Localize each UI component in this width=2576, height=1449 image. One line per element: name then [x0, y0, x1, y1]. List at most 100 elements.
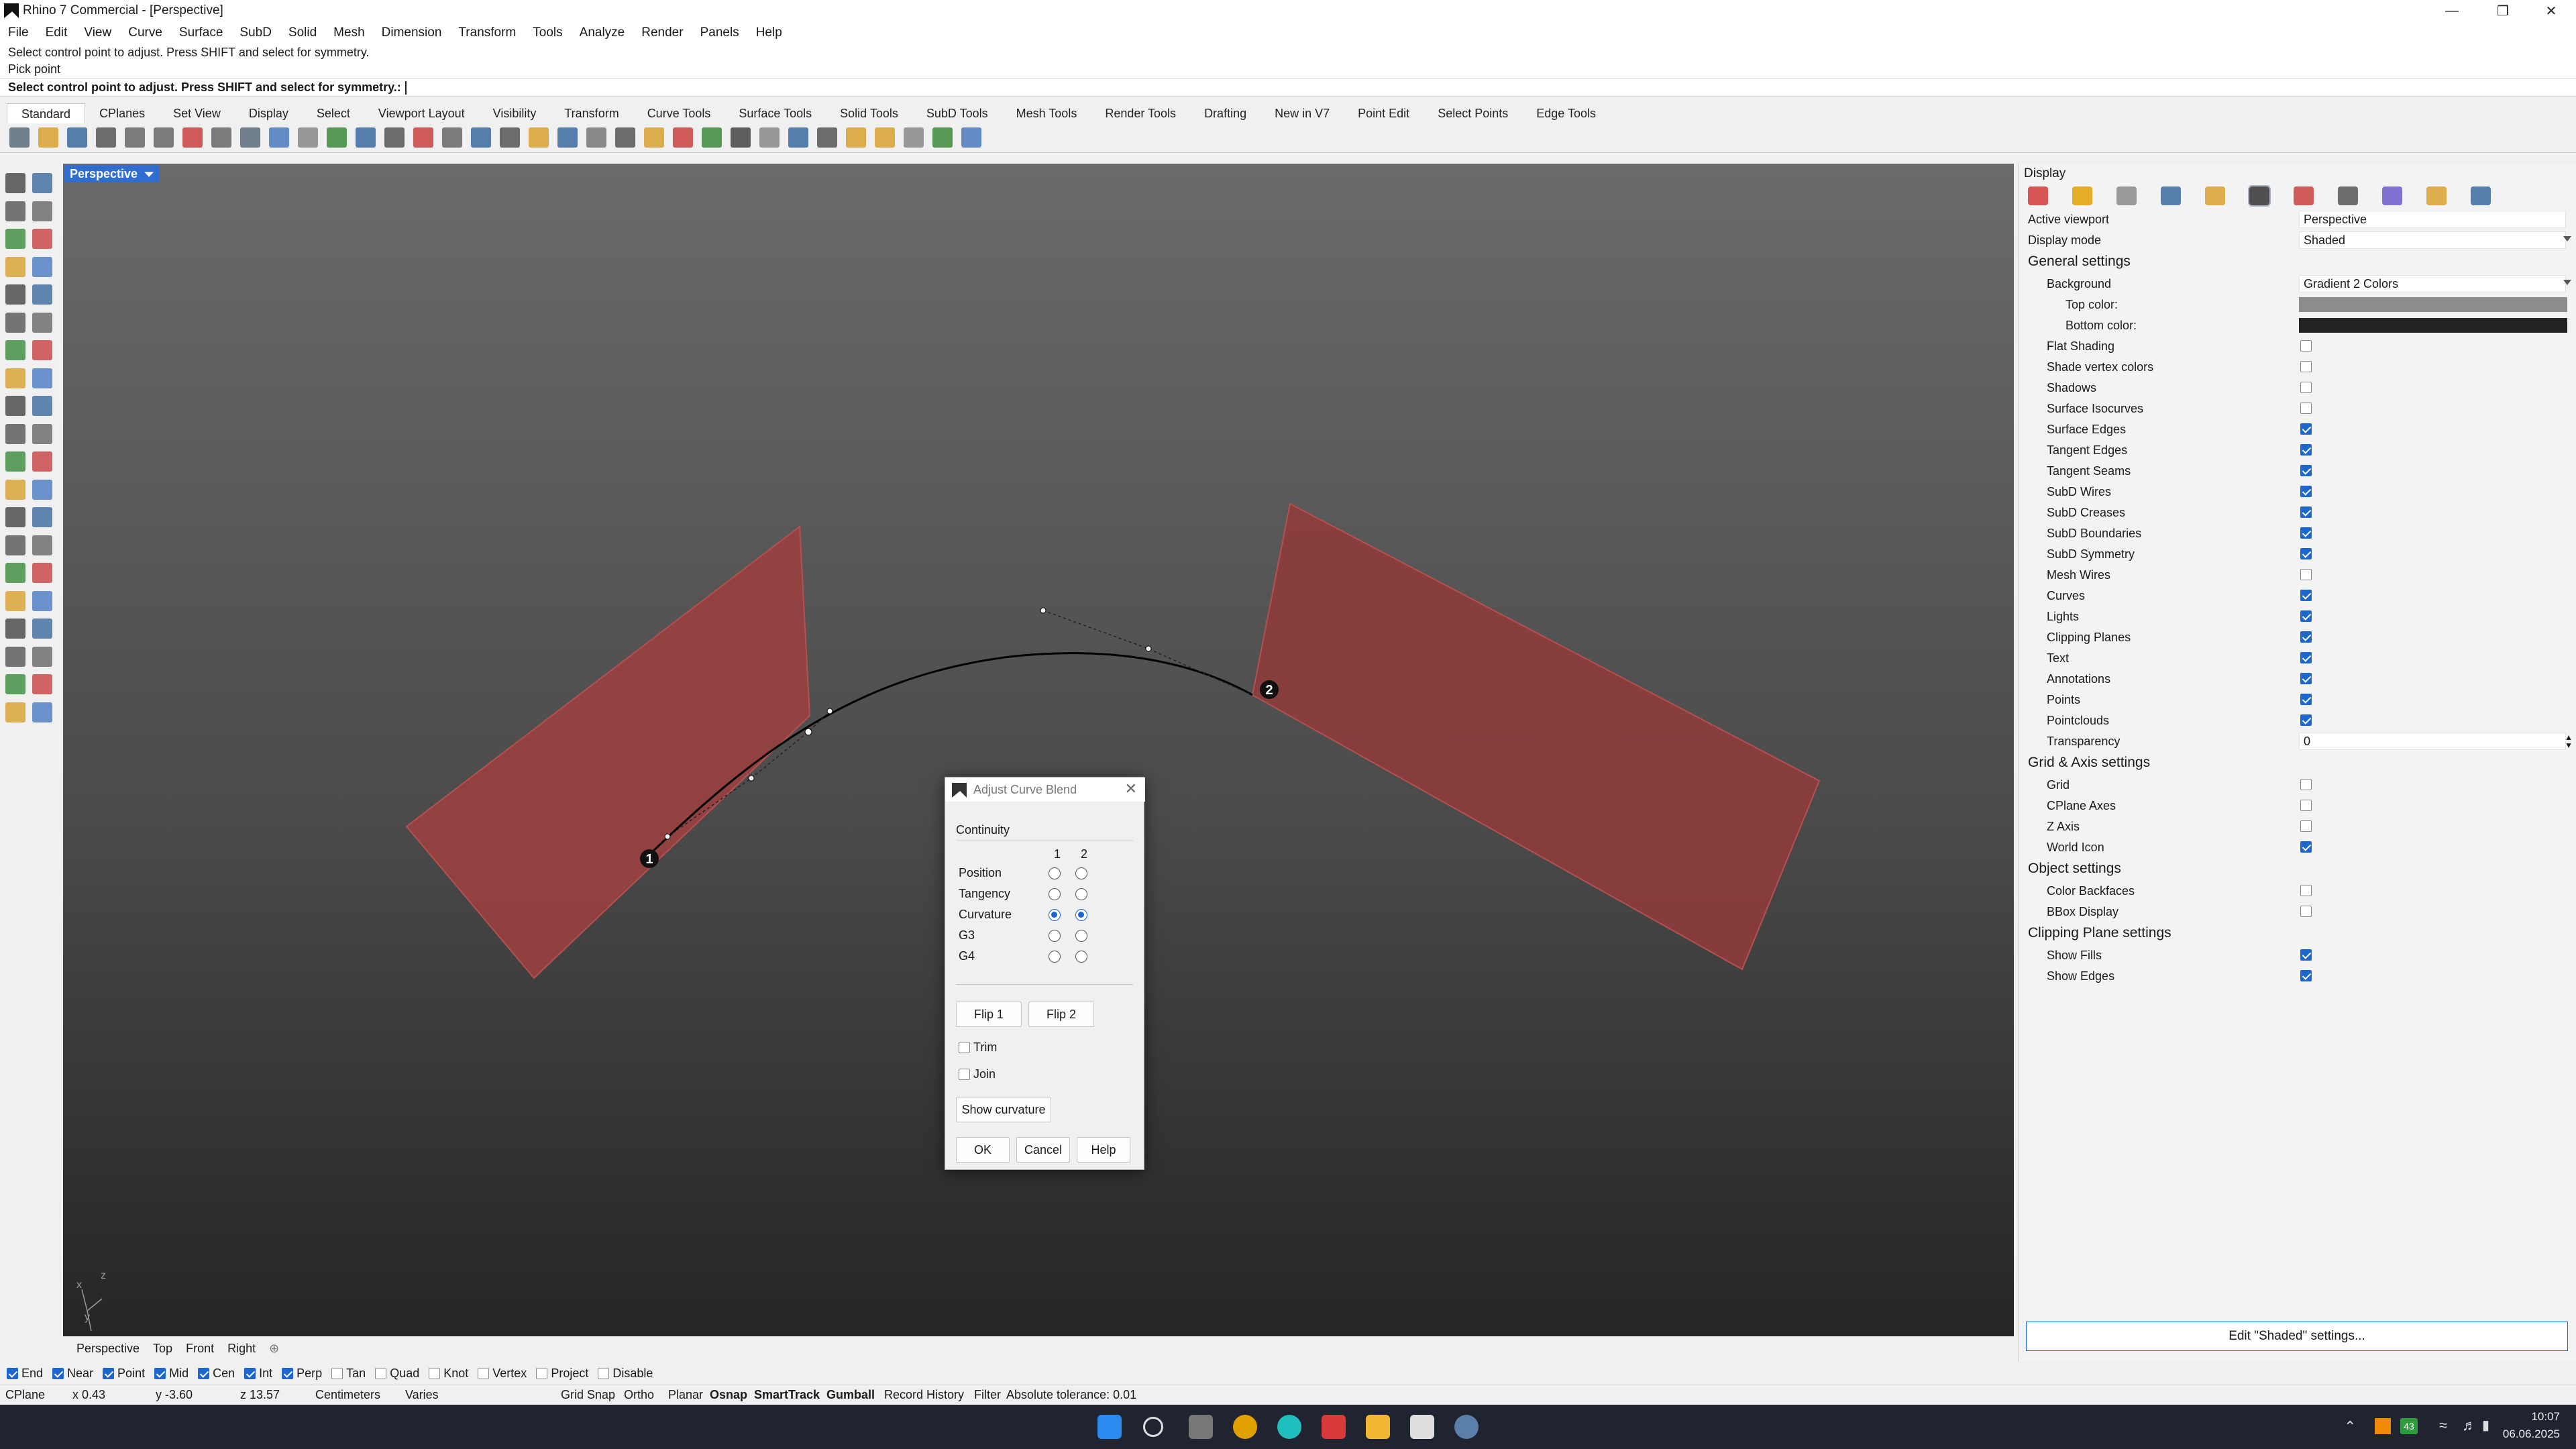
general-item-checkbox[interactable]	[2300, 506, 2312, 518]
tool-icon[interactable]	[32, 284, 52, 305]
object-item-checkbox[interactable]	[2300, 906, 2312, 917]
checkbox[interactable]	[103, 1367, 115, 1379]
filter-toggle[interactable]: Filter	[974, 1388, 1001, 1402]
tool-icon[interactable]	[32, 535, 52, 555]
grid-item-checkbox[interactable]	[2300, 800, 2312, 811]
show-curvature-button[interactable]: Show curvature	[956, 1097, 1051, 1122]
continuity-radio-1[interactable]	[1049, 888, 1061, 900]
osnap-knot[interactable]: Knot	[429, 1366, 468, 1381]
new-file-icon[interactable]	[9, 127, 30, 148]
control-point[interactable]	[1040, 607, 1046, 614]
osnap-mid[interactable]: Mid	[154, 1366, 189, 1381]
tool-icon[interactable]	[32, 479, 52, 500]
osnap-int[interactable]: Int	[244, 1366, 272, 1381]
right-surface[interactable]	[1251, 502, 1821, 971]
tool-icon[interactable]	[32, 451, 52, 472]
active-viewport-value[interactable]: Perspective	[2299, 211, 2566, 228]
checkbox[interactable]	[244, 1367, 256, 1379]
battery-icon[interactable]: ▮	[2482, 1417, 2489, 1434]
search-icon[interactable]	[1143, 1417, 1163, 1437]
grid-snap-toggle[interactable]: Grid Snap	[561, 1388, 615, 1402]
render-icon[interactable]	[788, 127, 808, 148]
light-icon[interactable]	[615, 127, 635, 148]
tool-icon[interactable]	[32, 674, 52, 694]
general-item-checkbox[interactable]	[2300, 423, 2312, 435]
chrome-icon[interactable]	[1233, 1415, 1257, 1439]
print-icon[interactable]	[96, 127, 116, 148]
tool-icon[interactable]	[5, 507, 25, 527]
tool-icon[interactable]	[32, 507, 52, 527]
toolbar-tab[interactable]: Solid Tools	[826, 103, 912, 123]
tool-icon[interactable]	[5, 173, 25, 193]
control-point[interactable]	[804, 728, 812, 736]
gear-icon[interactable]	[846, 127, 866, 148]
display-icon[interactable]	[2248, 185, 2271, 207]
task-view-icon[interactable]	[1189, 1415, 1213, 1439]
wifi-icon[interactable]: ≈	[2439, 1417, 2447, 1434]
toolbar-tab[interactable]: Drafting	[1190, 103, 1260, 123]
dialog-title-bar[interactable]: Adjust Curve Blend	[945, 777, 1145, 802]
folder-icon[interactable]	[2205, 186, 2225, 205]
checkbox[interactable]	[52, 1367, 64, 1379]
osnap-disable[interactable]: Disable	[598, 1366, 653, 1381]
checkbox[interactable]	[959, 1069, 970, 1080]
toolbar-tab[interactable]: New in V7	[1260, 103, 1344, 123]
osnap-vertex[interactable]: Vertex	[478, 1366, 527, 1381]
close-icon[interactable]: ✕	[1125, 780, 1137, 798]
tool-icon[interactable]	[5, 563, 25, 583]
status-layer[interactable]: Varies	[405, 1388, 439, 1402]
question-icon[interactable]	[961, 127, 981, 148]
menu-item[interactable]: Tools	[525, 25, 571, 40]
transparency-value[interactable]: 0	[2299, 733, 2566, 750]
clipping-item-checkbox[interactable]	[2300, 949, 2312, 961]
general-item-checkbox[interactable]	[2300, 486, 2312, 497]
background-value[interactable]: Gradient 2 Colors	[2299, 275, 2566, 292]
edit-shaded-settings-button[interactable]: Edit "Shaded" settings...	[2026, 1322, 2568, 1351]
menu-item[interactable]: File	[0, 25, 38, 40]
ok-button[interactable]: OK	[956, 1137, 1010, 1163]
menu-item[interactable]: Curve	[120, 25, 171, 40]
continuity-radio-2[interactable]	[1075, 930, 1087, 942]
tool-icon[interactable]	[5, 284, 25, 305]
checkbox[interactable]	[598, 1367, 610, 1379]
gumball-toggle[interactable]: Gumball	[826, 1388, 875, 1402]
tool-icon[interactable]	[5, 646, 25, 667]
cut-icon[interactable]	[154, 127, 174, 148]
menu-item[interactable]: Solid	[280, 25, 325, 40]
tool-icon[interactable]	[32, 173, 52, 193]
render-icon[interactable]	[2294, 186, 2314, 205]
checkbox[interactable]	[478, 1367, 490, 1379]
notifications-icon[interactable]	[2426, 186, 2447, 205]
import-icon[interactable]	[125, 127, 145, 148]
tool-icon[interactable]	[5, 479, 25, 500]
tray-app-icon[interactable]	[2375, 1418, 2391, 1434]
toolbar-tab[interactable]: Visibility	[479, 103, 551, 123]
control-point[interactable]	[1145, 645, 1152, 652]
tray-badge[interactable]: 43	[2400, 1418, 2418, 1434]
general-item-checkbox[interactable]	[2300, 548, 2312, 559]
bottom-color-swatch[interactable]	[2299, 318, 2567, 333]
tool-icon[interactable]	[32, 590, 52, 611]
checkbox[interactable]	[282, 1367, 294, 1379]
toolbar-tab[interactable]: Transform	[550, 103, 633, 123]
menu-item[interactable]: SubD	[231, 25, 280, 40]
tool-icon[interactable]	[32, 423, 52, 444]
checkbox[interactable]	[959, 1042, 970, 1053]
menu-item[interactable]: Mesh	[325, 25, 373, 40]
checkbox[interactable]	[7, 1367, 18, 1379]
tool-icon[interactable]	[5, 396, 25, 416]
general-item-checkbox[interactable]	[2300, 340, 2312, 352]
paste-icon[interactable]	[211, 127, 231, 148]
display-mode-value[interactable]: Shaded	[2299, 231, 2566, 249]
general-item-checkbox[interactable]	[2300, 631, 2312, 643]
checkbox[interactable]	[154, 1367, 166, 1379]
continuity-radio-1[interactable]	[1049, 909, 1061, 921]
volume-icon[interactable]: ♬	[2462, 1417, 2477, 1434]
tool-icon[interactable]	[32, 619, 52, 639]
materials-icon[interactable]	[2161, 186, 2181, 205]
tool-icon[interactable]	[32, 229, 52, 249]
checkbox[interactable]	[198, 1367, 210, 1379]
viewport-title-tab[interactable]: Perspective	[64, 165, 160, 182]
tool-icon[interactable]	[5, 340, 25, 360]
app-icon[interactable]	[1277, 1415, 1301, 1439]
